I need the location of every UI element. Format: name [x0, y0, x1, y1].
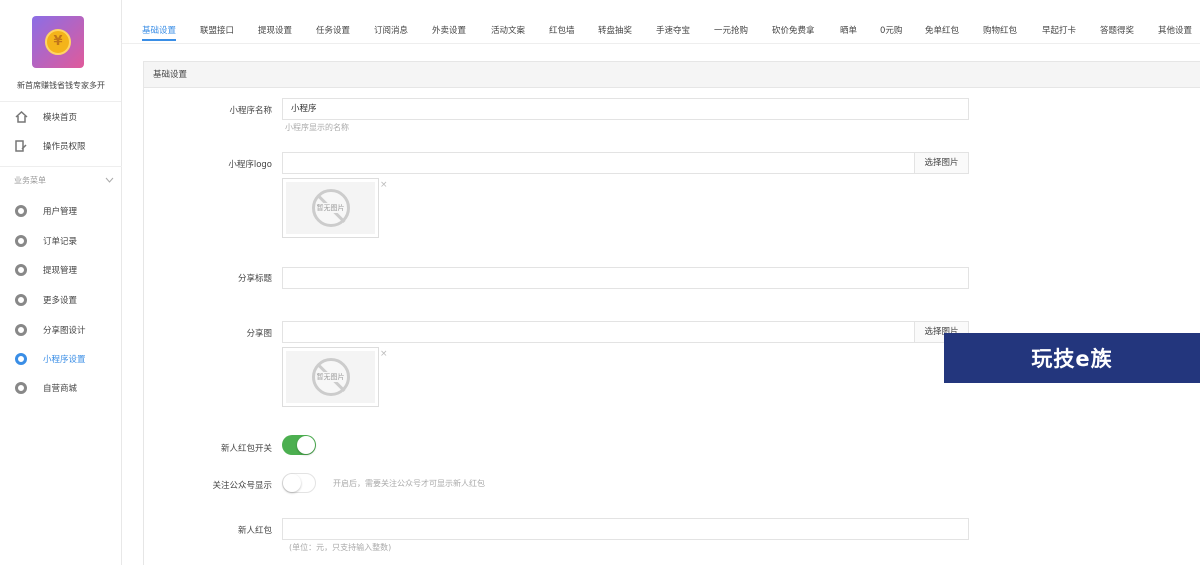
- sidebar: ¥ 新首席赚钱省钱专家多开 模块首页 操作员权限 业务菜单 用户管理 订单记录 …: [0, 0, 122, 565]
- sidebar-item-withdraw-management[interactable]: 提现管理: [0, 256, 122, 284]
- newbie-packet-help: (单位：元，只支持输入整数): [289, 543, 392, 552]
- follow-account-label: 关注公众号显示: [212, 481, 272, 491]
- tab-basic-settings[interactable]: 基础设置: [142, 0, 177, 44]
- app-logo: ¥: [32, 16, 84, 68]
- gear-icon: [14, 293, 28, 307]
- share-title-input[interactable]: [282, 267, 969, 289]
- newbie-packet-label: 新人红包: [237, 526, 272, 536]
- follow-account-toggle[interactable]: [282, 473, 316, 493]
- tab-bargain-free[interactable]: 砍价免费拿: [772, 0, 815, 44]
- logo-url-input[interactable]: [283, 153, 914, 173]
- toggle-knob: [297, 436, 315, 454]
- newbie-packet-input[interactable]: [282, 518, 969, 540]
- chevron-down-icon: [105, 176, 114, 185]
- share-image-preview: 暂无图片: [282, 347, 379, 407]
- follow-account-help: 开启后，需要关注公众号才可显示新人红包: [333, 479, 485, 488]
- logo-select-image-button[interactable]: 选择图片: [914, 153, 968, 173]
- gear-icon: [14, 323, 28, 337]
- app-name: 新首席赚钱省钱专家多开: [17, 81, 105, 90]
- app-name-help: 小程序显示的名称: [285, 123, 349, 132]
- tab-free-order-packet[interactable]: 免单红包: [925, 0, 959, 44]
- newbie-packet-toggle[interactable]: [282, 435, 316, 455]
- gear-icon: [14, 263, 28, 277]
- tab-red-packet-wall[interactable]: 红包墙: [549, 0, 575, 44]
- share-title-label: 分享标题: [237, 274, 272, 284]
- tab-other-settings[interactable]: 其他设置: [1158, 0, 1192, 44]
- tab-speed-treasure[interactable]: 手速夺宝: [656, 0, 690, 44]
- sidebar-item-label: 提现管理: [43, 266, 78, 276]
- no-image-text: 暂无图片: [316, 203, 345, 213]
- app-name-label: 小程序名称: [229, 106, 272, 116]
- tab-takeout-settings[interactable]: 外卖设置: [432, 0, 466, 44]
- sidebar-item-label: 更多设置: [43, 296, 78, 306]
- sidebar-item-home[interactable]: 模块首页: [0, 103, 122, 131]
- tab-withdraw-settings[interactable]: 提现设置: [258, 0, 292, 44]
- tab-activity-copy[interactable]: 活动文案: [491, 0, 525, 44]
- sidebar-item-miniprogram-settings[interactable]: 小程序设置: [0, 345, 122, 373]
- tab-task-settings[interactable]: 任务设置: [316, 0, 350, 44]
- newbie-switch-label: 新人红包开关: [220, 444, 272, 454]
- section-title: 业务菜单: [14, 176, 46, 185]
- no-image-icon: 暂无图片: [311, 358, 350, 396]
- logo-input-group: 选择图片: [282, 152, 969, 174]
- share-image-input-group: 选择图片: [282, 321, 969, 343]
- gear-icon: [14, 234, 28, 248]
- tab-one-yuan-rush[interactable]: 一元抢购: [714, 0, 748, 44]
- logo-remove-close-icon[interactable]: ×: [380, 180, 388, 190]
- gear-icon: [14, 204, 28, 218]
- tab-show-order[interactable]: 晒单: [840, 0, 857, 44]
- sidebar-item-label: 模块首页: [43, 113, 78, 123]
- sidebar-item-label: 分享图设计: [43, 326, 86, 336]
- panel-title: 基础设置: [144, 62, 1200, 88]
- settings-tabs: 基础设置 联盟接口 提现设置 任务设置 订阅消息 外卖设置 活动文案 红包墙 转…: [122, 0, 1200, 44]
- tab-shopping-packet[interactable]: 购物红包: [983, 0, 1017, 44]
- sidebar-item-label: 用户管理: [43, 207, 78, 217]
- watermark-logo: 玩技e族: [944, 333, 1200, 383]
- sidebar-item-label: 操作员权限: [43, 142, 86, 152]
- no-image-icon: 暂无图片: [311, 189, 350, 227]
- tab-early-checkin[interactable]: 早起打卡: [1042, 0, 1076, 44]
- logo-preview: 暂无图片: [282, 178, 379, 238]
- no-image-text: 暂无图片: [316, 372, 345, 382]
- gear-icon: [14, 381, 28, 395]
- sidebar-item-label: 自营商城: [43, 384, 78, 394]
- sidebar-item-more-settings[interactable]: 更多设置: [0, 286, 122, 314]
- share-image-remove-close-icon[interactable]: ×: [380, 349, 388, 359]
- sidebar-item-self-mall[interactable]: 自营商城: [0, 374, 122, 402]
- tab-union-api[interactable]: 联盟接口: [200, 0, 234, 44]
- sidebar-item-label: 订单记录: [43, 237, 78, 247]
- sidebar-section-business[interactable]: 业务菜单: [0, 166, 122, 194]
- tab-zero-yuan[interactable]: 0元购: [880, 0, 902, 44]
- toggle-knob: [283, 474, 301, 492]
- sidebar-item-user-management[interactable]: 用户管理: [0, 197, 122, 225]
- sidebar-item-label: 小程序设置: [43, 355, 86, 365]
- gear-icon: [14, 352, 28, 366]
- share-image-label: 分享图: [246, 329, 272, 339]
- share-image-url-input[interactable]: [283, 322, 914, 342]
- tab-quiz-reward[interactable]: 答题得奖: [1100, 0, 1134, 44]
- tab-lucky-wheel[interactable]: 转盘抽奖: [598, 0, 632, 44]
- sidebar-item-share-design[interactable]: 分享图设计: [0, 316, 122, 344]
- tab-subscribe-messages[interactable]: 订阅消息: [374, 0, 408, 44]
- sidebar-item-operator-permissions[interactable]: 操作员权限: [0, 132, 122, 160]
- user-edit-icon: [14, 139, 28, 153]
- sidebar-item-order-records[interactable]: 订单记录: [0, 227, 122, 255]
- logo-label: 小程序logo: [228, 160, 272, 170]
- yuan-coin-icon: ¥: [45, 29, 71, 55]
- home-icon: [14, 110, 28, 124]
- app-name-input[interactable]: 小程序: [282, 98, 969, 120]
